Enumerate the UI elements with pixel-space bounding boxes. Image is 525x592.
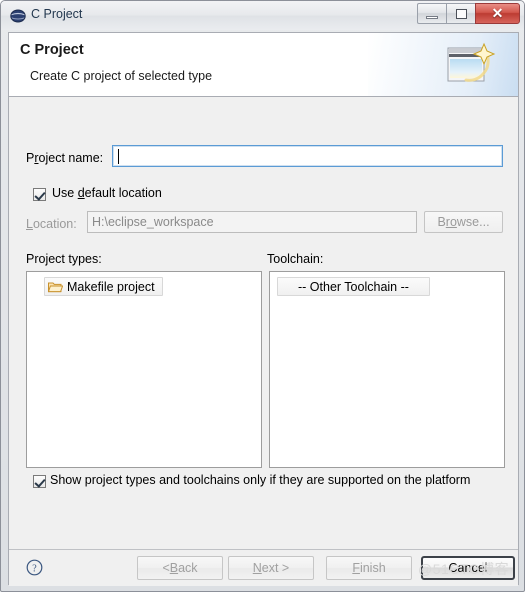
text-caret — [118, 149, 119, 164]
wizard-window-sparkle-icon — [447, 42, 496, 82]
help-circle-icon[interactable]: ? — [26, 559, 43, 576]
project-types-label: Project types: — [26, 252, 102, 266]
project-name-label: Project name: — [26, 151, 104, 165]
eclipse-globe-icon — [10, 9, 26, 23]
restore-icon — [456, 9, 467, 19]
close-button[interactable]: ✕ — [475, 3, 520, 24]
show-supported-label[interactable]: Show project types and toolchains only i… — [50, 473, 470, 487]
maximize-button[interactable] — [446, 3, 475, 24]
finish-button[interactable]: Finish — [326, 556, 412, 580]
location-input[interactable]: H:\eclipse_workspace — [87, 211, 417, 233]
minimize-button[interactable] — [417, 3, 446, 24]
location-label: Location: — [26, 217, 77, 231]
close-icon: ✕ — [491, 5, 504, 21]
dialog-window: C Project ✕ C Project Create C project o… — [0, 0, 525, 592]
page-subtitle: Create C project of selected type — [30, 69, 213, 83]
next-button[interactable]: Next > — [228, 556, 314, 580]
folder-icon — [48, 282, 63, 292]
dialog-body: Project name: Use default location Locat… — [9, 97, 518, 549]
wizard-header: C Project Create C project of selected t… — [9, 33, 518, 97]
list-item[interactable]: Makefile project — [44, 277, 163, 296]
use-default-location-label[interactable]: Use default location — [52, 186, 162, 200]
use-default-location-checkbox[interactable] — [33, 188, 46, 201]
watermark: @51CTO博客 — [418, 561, 510, 577]
toolchain-label: Toolchain: — [267, 252, 324, 266]
window-title: C Project — [31, 7, 83, 21]
browse-button[interactable]: Bro wse... — [424, 211, 503, 233]
list-item[interactable]: -- Other Toolchain -- — [277, 277, 430, 296]
list-item-label: -- Other Toolchain -- — [298, 279, 409, 294]
page-title: C Project — [20, 42, 84, 58]
list-item-label: Makefile project — [67, 279, 155, 294]
svg-text:?: ? — [32, 563, 37, 574]
title-bar[interactable]: C Project ✕ — [1, 1, 524, 30]
toolchain-list[interactable]: -- Other Toolchain -- — [269, 271, 505, 468]
project-name-input[interactable] — [112, 145, 503, 167]
back-button[interactable]: < Back — [137, 556, 223, 580]
dialog-panel: C Project Create C project of selected t… — [8, 32, 519, 586]
window-controls: ✕ — [417, 3, 520, 24]
minimize-icon — [426, 16, 438, 19]
project-types-list[interactable]: Makefile project — [26, 271, 262, 468]
show-supported-checkbox[interactable] — [33, 475, 46, 488]
